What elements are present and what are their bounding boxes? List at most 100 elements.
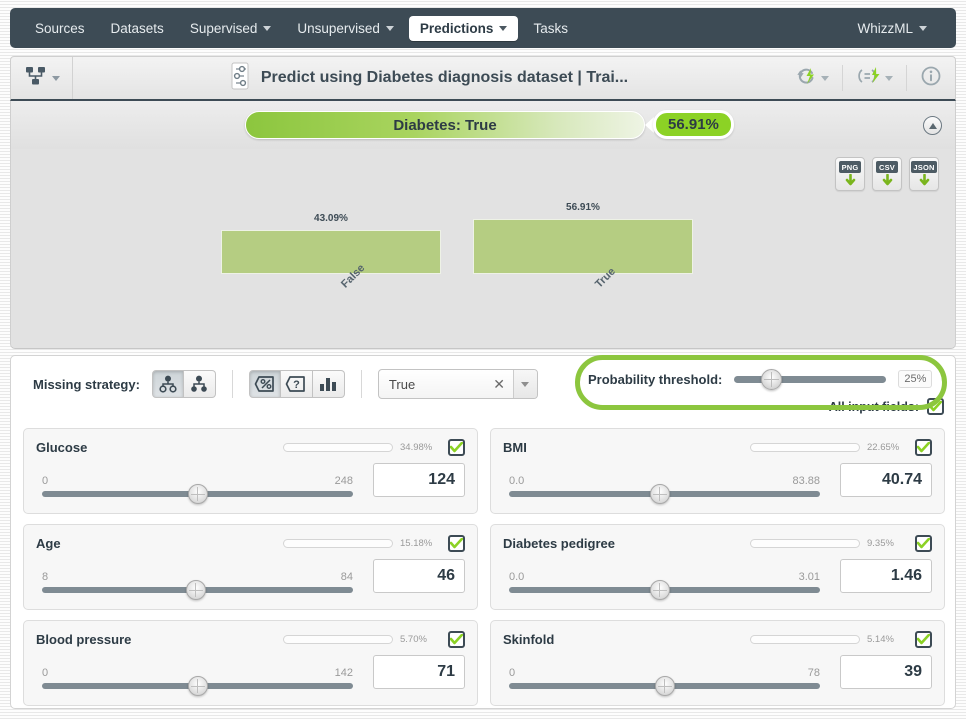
slider-handle[interactable] <box>649 580 670 600</box>
slider-handle[interactable] <box>187 676 208 696</box>
nav-item-predictions[interactable]: Predictions <box>408 15 519 41</box>
nav-item-account[interactable]: WhizzML <box>846 16 938 41</box>
sliders-icon <box>228 62 252 95</box>
prediction-label: Diabetes: True <box>393 116 497 134</box>
view-histogram-button[interactable] <box>312 370 345 398</box>
field-slider[interactable]: 0 142 <box>36 667 373 696</box>
all-input-fields-checkbox[interactable] <box>927 398 944 415</box>
field-enabled-checkbox[interactable] <box>915 439 932 456</box>
resource-titlebar: Predict using Diabetes diagnosis dataset… <box>10 56 956 101</box>
importance-bar <box>283 443 393 452</box>
field-importance: 22.65% <box>750 442 903 453</box>
field-header: BMI 22.65% <box>503 439 932 456</box>
info-icon <box>920 65 942 92</box>
class-select[interactable]: True ✕ <box>377 369 538 399</box>
field-slider[interactable]: 0 78 <box>503 667 840 696</box>
nav-item-tasks[interactable]: Tasks <box>522 16 579 41</box>
field-enabled-checkbox[interactable] <box>915 535 932 552</box>
field-value-input[interactable] <box>840 655 932 689</box>
field-body: 0.0 83.88 <box>503 463 932 504</box>
slider-track[interactable] <box>509 580 820 600</box>
field-value-input[interactable] <box>840 559 932 593</box>
importance-value: 15.18% <box>400 538 433 549</box>
slider-handle[interactable] <box>649 484 670 504</box>
slider-track[interactable] <box>42 484 353 504</box>
field-slider[interactable]: 0.0 3.01 <box>503 571 840 600</box>
field-body: 0.0 3.01 <box>503 559 932 600</box>
field-importance: 5.14% <box>750 634 903 645</box>
field-importance: 15.18% <box>283 538 436 549</box>
field-enabled-checkbox[interactable] <box>915 631 932 648</box>
probability-threshold-track[interactable] <box>734 368 887 390</box>
nav-label: Tasks <box>533 20 568 36</box>
nav-item-datasets[interactable]: Datasets <box>100 16 175 41</box>
slider-min: 8 <box>42 571 49 583</box>
field-value-input[interactable] <box>840 463 932 497</box>
slider-max: 84 <box>340 571 353 583</box>
missing-strategy-proportional-button[interactable] <box>183 370 216 398</box>
field-enabled-checkbox[interactable] <box>448 439 465 456</box>
field-slider[interactable]: 0 248 <box>36 475 373 504</box>
main-navbar: Sources Datasets Supervised Unsupervised… <box>10 8 956 48</box>
check-icon <box>917 634 930 645</box>
slider-track[interactable] <box>42 676 353 696</box>
field-body: 8 84 <box>36 559 465 600</box>
slider-max: 248 <box>334 475 353 487</box>
field-card-glucose: Glucose 34.98% 0 248 <box>23 428 478 514</box>
field-value-input[interactable] <box>373 463 465 497</box>
field-slider[interactable]: 0.0 83.88 <box>503 475 840 504</box>
check-icon <box>450 538 463 549</box>
slider-handle[interactable] <box>654 676 675 696</box>
field-header: Diabetes pedigree 9.35% <box>503 535 932 552</box>
inputs-panel: Missing strategy: ? True ✕ Glucose 34.98… <box>10 355 956 709</box>
chevron-down-icon <box>499 25 508 31</box>
slider-max: 142 <box>334 667 353 679</box>
chevron-down-icon <box>385 25 394 31</box>
field-value-input[interactable] <box>373 655 465 689</box>
missing-strategy-label: Missing strategy: <box>33 376 140 392</box>
nav-item-supervised[interactable]: Supervised <box>179 16 283 41</box>
field-enabled-checkbox[interactable] <box>448 535 465 552</box>
toolbar-divider <box>231 370 233 398</box>
toolbar-divider <box>360 370 362 398</box>
field-card-age: Age 15.18% 8 84 <box>23 524 478 610</box>
nav-item-unsupervised[interactable]: Unsupervised <box>286 16 405 41</box>
input-fields-grid: Glucose 34.98% 0 248 124 BMI 22.65% 0.0 … <box>23 428 945 706</box>
collapse-up-icon <box>928 122 937 129</box>
importance-value: 5.70% <box>400 634 427 645</box>
field-importance: 5.70% <box>283 634 436 645</box>
probability-threshold-handle[interactable] <box>761 368 783 390</box>
slider-track[interactable] <box>42 580 353 600</box>
slider-max: 3.01 <box>798 571 820 583</box>
prediction-page: Sources Datasets Supervised Unsupervised… <box>0 0 966 719</box>
nav-label: WhizzML <box>857 20 913 36</box>
check-icon <box>450 442 463 453</box>
missing-strategy-last-prediction-button[interactable] <box>151 370 184 398</box>
collapse-chart-button[interactable] <box>923 116 942 135</box>
model-selector[interactable] <box>11 57 73 99</box>
nav-label: Sources <box>35 20 85 36</box>
importance-value: 22.65% <box>867 442 900 453</box>
nav-label: Datasets <box>110 20 164 36</box>
slider-handle[interactable] <box>185 580 206 600</box>
field-name: Blood pressure <box>36 632 132 647</box>
class-select-value: True <box>388 376 416 392</box>
nav-label: Predictions <box>419 20 494 36</box>
nav-item-sources[interactable]: Sources <box>24 16 96 41</box>
decision-tree-icon <box>25 66 47 91</box>
view-question-button[interactable]: ? <box>280 370 313 398</box>
chart-bars: 43.09% False 56.91% True <box>11 149 955 348</box>
chevron-down-icon[interactable] <box>512 370 537 398</box>
field-value-input[interactable] <box>373 559 465 593</box>
field-enabled-checkbox[interactable] <box>448 631 465 648</box>
refresh-lightning-button[interactable] <box>783 65 842 91</box>
field-slider[interactable]: 8 84 <box>36 571 373 600</box>
slider-track[interactable] <box>509 676 820 696</box>
batch-lightning-button[interactable] <box>842 65 906 91</box>
slider-track[interactable] <box>509 484 820 504</box>
info-button[interactable] <box>906 65 955 91</box>
view-percent-button[interactable] <box>248 370 281 398</box>
prediction-confidence: 56.91% <box>645 110 734 139</box>
clear-icon[interactable]: ✕ <box>485 376 513 393</box>
slider-handle[interactable] <box>187 484 208 504</box>
